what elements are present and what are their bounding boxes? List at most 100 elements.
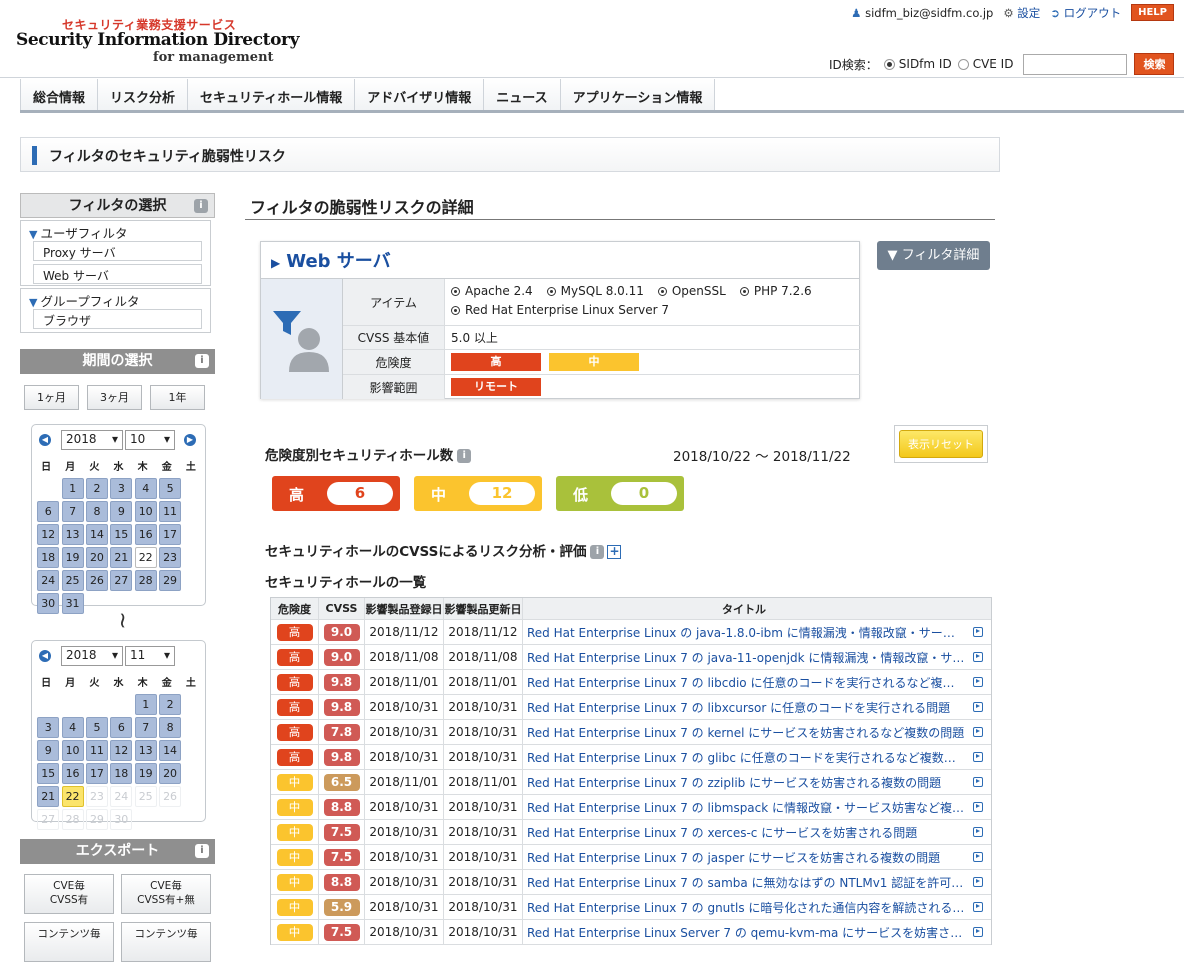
calendar-day[interactable]: 6 [110,717,133,738]
calendar-day[interactable]: 16 [134,524,157,545]
calendar-day[interactable]: 12 [110,740,133,761]
count-mid[interactable]: 中 12 [414,476,542,511]
calendar-day[interactable]: 8 [85,501,108,522]
hole-title-link[interactable]: Red Hat Enterprise Linux 7 の libcdio に任意… [527,674,965,691]
hole-title-link[interactable]: Red Hat Enterprise Linux 7 の glibc に任意のコ… [527,749,965,766]
open-detail-icon[interactable] [973,902,983,912]
calendar-day[interactable]: 22 [134,547,157,568]
calendar-day[interactable]: 26 [85,570,108,591]
calendar-day[interactable]: 10 [134,501,157,522]
hole-title-link[interactable]: Red Hat Enterprise Linux 7 の java-11-ope… [527,649,965,666]
logout-link[interactable]: ➲ ログアウト [1050,5,1121,21]
calendar-day[interactable]: 1 [61,478,84,499]
filter-item-proxy[interactable]: Proxy サーバ [33,241,202,261]
calendar-day[interactable]: 6 [37,501,60,522]
nav-advisories[interactable]: アドバイザリ情報 [355,79,485,110]
prev-month-icon[interactable]: ◀ [39,650,51,662]
period-1year-button[interactable]: 1年 [150,385,205,410]
open-detail-icon[interactable] [973,802,983,812]
radio-cve-id[interactable] [957,58,969,70]
calendar-day[interactable]: 2 [85,478,108,499]
calendar-day[interactable]: 19 [61,547,84,568]
calendar-day[interactable]: 5 [85,717,108,738]
export-cve-cvss-all-button[interactable]: CVE毎 CVSS有+無 [121,874,211,914]
calendar-day[interactable]: 22 [61,786,84,807]
open-detail-icon[interactable] [973,752,983,762]
prev-month-icon[interactable]: ◀ [39,434,51,446]
calendar-day[interactable]: 21 [37,786,60,807]
calendar-day[interactable]: 13 [61,524,84,545]
calendar-day[interactable]: 24 [37,570,60,591]
open-detail-icon[interactable] [973,827,983,837]
export-content-button-2[interactable]: コンテンツ毎 [121,922,211,962]
calendar-day[interactable]: 12 [37,524,60,545]
open-detail-icon[interactable] [973,777,983,787]
logo-title[interactable]: Security Information Directory [16,30,299,50]
calendar-day[interactable]: 29 [159,570,182,591]
calendar-day[interactable]: 15 [37,763,60,784]
hole-title-link[interactable]: Red Hat Enterprise Linux 7 の libxcursor … [527,699,950,716]
hole-title-link[interactable]: Red Hat Enterprise Linux 7 の samba に無効なは… [527,874,965,891]
period-3month-button[interactable]: 3ヶ月 [87,385,142,410]
calendar-day[interactable]: 20 [159,763,182,784]
calendar-day[interactable]: 30 [37,593,60,614]
calendar-day[interactable]: 14 [85,524,108,545]
calendar-day[interactable]: 16 [61,763,84,784]
nav-risk-analysis[interactable]: リスク分析 [98,79,189,110]
calendar-day[interactable]: 5 [159,478,182,499]
export-content-button[interactable]: コンテンツ毎 [24,922,114,962]
open-detail-icon[interactable] [973,877,983,887]
period-1month-button[interactable]: 1ヶ月 [24,385,79,410]
calendar-day[interactable]: 23 [159,547,182,568]
id-search-input[interactable] [1023,53,1128,75]
nav-applications[interactable]: アプリケーション情報 [560,79,716,110]
radio-sidfm-id[interactable] [883,58,895,70]
open-detail-icon[interactable] [973,702,983,712]
export-cve-cvss-button[interactable]: CVE毎 CVSS有 [24,874,114,914]
open-detail-icon[interactable] [973,927,983,937]
filter-item-web[interactable]: Web サーバ [33,264,202,284]
calendar-day[interactable]: 20 [85,547,108,568]
calendar-day[interactable]: 15 [110,524,133,545]
calendar-day[interactable]: 25 [61,570,84,591]
calendar-day[interactable]: 9 [110,501,133,522]
calendar-day[interactable]: 17 [159,524,182,545]
calendar-day[interactable]: 2 [159,694,182,715]
count-high[interactable]: 高6 [272,476,400,511]
filter-detail-button[interactable]: ▼ フィルタ詳細 [877,241,990,270]
calendar-day[interactable]: 18 [110,763,133,784]
info-icon[interactable]: i [590,545,605,559]
hole-title-link[interactable]: Red Hat Enterprise Linux 7 の gnutls に暗号化… [527,899,965,916]
next-month-icon[interactable]: ▶ [184,434,196,446]
open-detail-icon[interactable] [973,652,983,662]
open-detail-icon[interactable] [973,852,983,862]
calendar-day[interactable]: 10 [61,740,84,761]
hole-title-link[interactable]: Red Hat Enterprise Linux 7 の xerces-c にサ… [527,824,917,841]
nav-security-holes[interactable]: セキュリティホール情報 [188,79,356,110]
calendar-day[interactable]: 31 [61,593,84,614]
month-select[interactable]: 10 ▾ [125,430,175,450]
filter-item-browser[interactable]: ブラウザ [33,309,202,329]
calendar-day[interactable]: 7 [61,501,84,522]
calendar-day[interactable]: 7 [134,717,157,738]
calendar-day[interactable]: 8 [159,717,182,738]
open-detail-icon[interactable] [973,727,983,737]
year-select[interactable]: 2018 ▾ [61,430,123,450]
calendar-day[interactable]: 1 [134,694,157,715]
search-button[interactable]: 検索 [1134,53,1175,75]
settings-link[interactable]: ⚙ 設定 [1003,5,1040,21]
count-low[interactable]: 低0 [556,476,684,511]
reset-button[interactable]: 表示リセット [899,430,983,458]
calendar-day[interactable]: 28 [134,570,157,591]
expand-plus-icon[interactable]: + [607,545,622,559]
calendar-day[interactable]: 18 [37,547,60,568]
hole-title-link[interactable]: Red Hat Enterprise Linux 7 の zziplib にサー… [527,774,941,791]
calendar-day[interactable]: 3 [110,478,133,499]
calendar-day[interactable]: 11 [85,740,108,761]
hole-title-link[interactable]: Red Hat Enterprise Linux 7 の kernel にサービ… [527,724,964,741]
calendar-day[interactable]: 27 [110,570,133,591]
info-icon[interactable]: i [195,354,209,368]
hole-title-link[interactable]: Red Hat Enterprise Linux 7 の jasper にサービ… [527,849,940,866]
info-icon[interactable]: i [195,844,209,858]
calendar-day[interactable]: 9 [37,740,60,761]
